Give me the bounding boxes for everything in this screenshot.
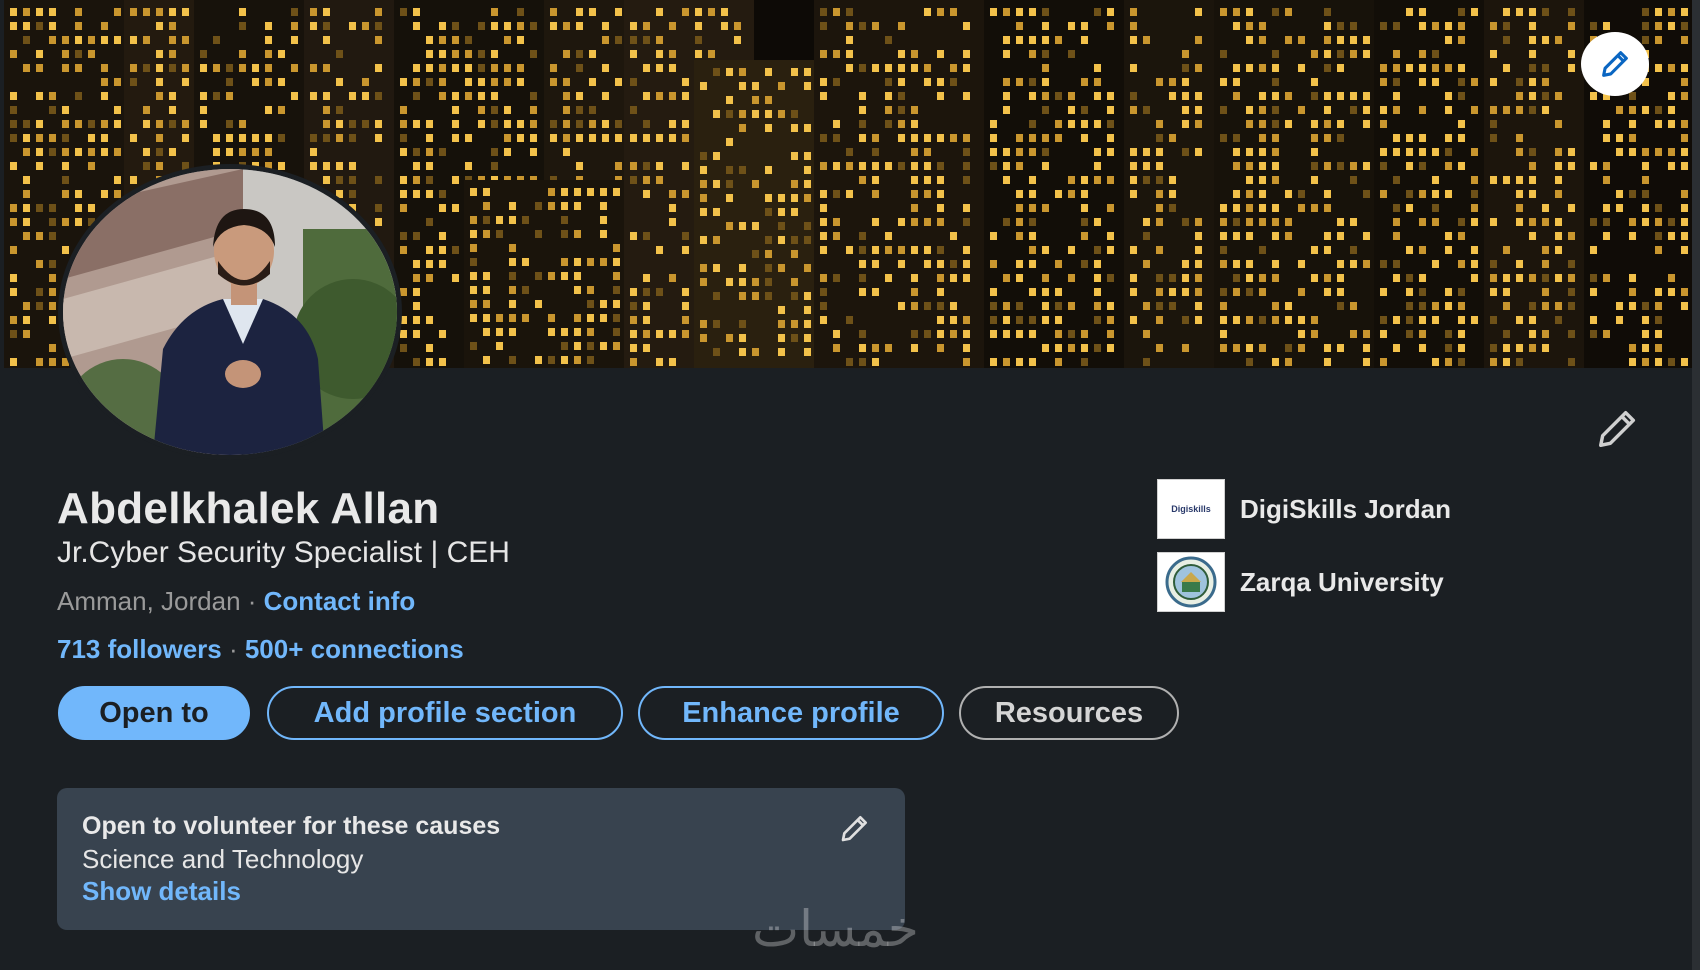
avatar[interactable] — [58, 164, 402, 460]
volunteer-cause: Science and Technology — [82, 844, 364, 874]
profile-card: Abdelkhalek Allan Jr.Cyber Security Spec… — [4, 0, 1692, 970]
logo-text: Digiskills — [1171, 504, 1211, 514]
location-row: Amman, Jordan · Contact info — [57, 586, 415, 617]
separator-dot: · — [240, 586, 264, 616]
watermark: خمسات — [752, 900, 919, 958]
profile-name: Abdelkhalek Allan — [57, 484, 440, 533]
open-to-button[interactable]: Open to — [58, 686, 250, 740]
organization-item-zarqa[interactable]: Zarqa University — [1157, 551, 1444, 613]
zarqa-university-logo — [1157, 552, 1225, 612]
organization-name: DigiSkills Jordan — [1240, 493, 1451, 524]
profile-photo — [63, 169, 397, 455]
digiskills-logo: Digiskills — [1157, 479, 1225, 539]
pencil-icon — [1602, 51, 1628, 77]
location-text: Amman, Jordan — [57, 586, 241, 616]
pencil-icon — [1599, 410, 1636, 447]
show-details-link[interactable]: Show details — [82, 876, 241, 907]
add-profile-section-button[interactable]: Add profile section — [267, 686, 623, 740]
resources-button[interactable]: Resources — [959, 686, 1179, 740]
organization-name: Zarqa University — [1240, 566, 1444, 597]
connections-link[interactable]: 500+ connections — [245, 634, 464, 664]
stats-row: 713 followers · 500+ connections — [57, 634, 464, 665]
organization-item-digiskills[interactable]: Digiskills DigiSkills Jordan — [1157, 478, 1451, 540]
pencil-icon — [841, 816, 867, 842]
contact-info-link[interactable]: Contact info — [264, 586, 416, 616]
edit-cover-button[interactable] — [1581, 32, 1649, 96]
university-seal-icon — [1165, 556, 1217, 608]
volunteer-title: Open to volunteer for these causes — [82, 812, 501, 840]
edit-volunteer-button[interactable] — [835, 808, 875, 848]
followers-link[interactable]: 713 followers — [57, 634, 222, 664]
profile-headline: Jr.Cyber Security Specialist | CEH — [57, 536, 510, 569]
window-edge — [1692, 0, 1700, 970]
separator-dot: · — [221, 634, 245, 664]
enhance-profile-button[interactable]: Enhance profile — [638, 686, 944, 740]
edit-intro-button[interactable] — [1592, 402, 1644, 454]
